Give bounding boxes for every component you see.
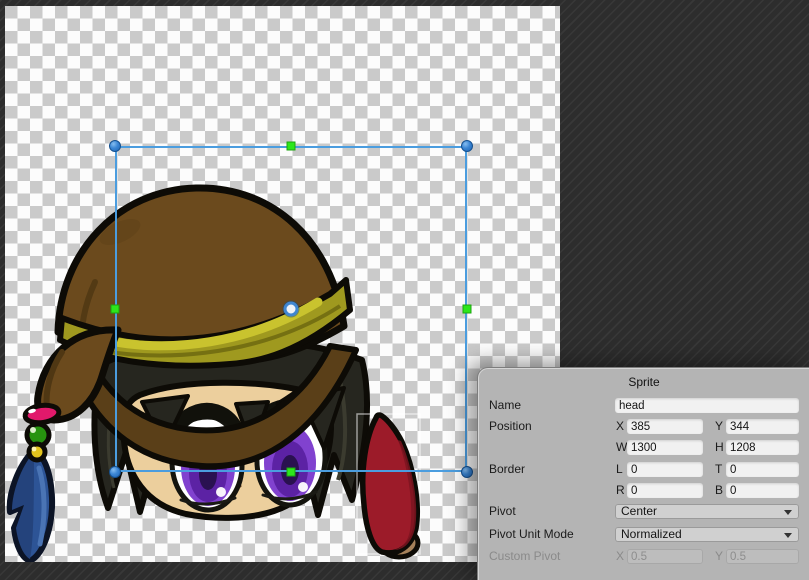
row-name: Name <box>479 398 809 414</box>
position-w-input[interactable] <box>627 440 703 455</box>
pivot-dropdown[interactable]: Center <box>615 504 799 519</box>
border-t-prefix: T <box>715 462 722 477</box>
border-r-input[interactable] <box>627 483 703 498</box>
row-border-rb: R B <box>479 483 809 499</box>
selection-handle-top-right[interactable] <box>461 140 473 152</box>
sprite-panel: Sprite Name Position X Y W H Border L T … <box>478 368 809 580</box>
pivot-unit-mode-dropdown[interactable]: Normalized <box>615 527 799 542</box>
selection-handle-bottom-left[interactable] <box>109 466 121 478</box>
sprite-editor-window: Sprite Name Position X Y W H Border L T … <box>0 0 809 580</box>
position-x-input[interactable] <box>627 419 703 434</box>
pivot-unit-mode-label: Pivot Unit Mode <box>489 527 574 542</box>
row-position-xy: Position X Y <box>479 419 809 435</box>
position-h-prefix: H <box>715 440 724 455</box>
row-custom-pivot: Custom Pivot X Y <box>479 549 809 565</box>
dropdown-arrow-icon <box>784 510 792 515</box>
selection-handle-top[interactable] <box>287 142 296 151</box>
border-l-input[interactable] <box>627 462 703 477</box>
border-b-input[interactable] <box>726 483 799 498</box>
custom-pivot-y-input <box>726 549 799 564</box>
pivot-unit-mode-dropdown-value: Normalized <box>621 527 682 542</box>
row-pivot: Pivot Center <box>479 504 809 520</box>
custom-pivot-x-prefix: X <box>616 549 624 564</box>
selection-handle-bottom[interactable] <box>287 468 296 477</box>
name-label: Name <box>489 398 521 413</box>
position-y-input[interactable] <box>726 419 799 434</box>
pivot-label: Pivot <box>489 504 516 519</box>
pivot-handle[interactable] <box>284 302 299 317</box>
border-l-prefix: L <box>616 462 623 477</box>
position-y-prefix: Y <box>715 419 723 434</box>
feather <box>10 450 52 561</box>
selection-handle-left[interactable] <box>111 305 120 314</box>
position-w-prefix: W <box>616 440 627 455</box>
selection-handle-right[interactable] <box>463 305 472 314</box>
selection-handle-bottom-right[interactable] <box>461 466 473 478</box>
panel-title: Sprite <box>479 375 809 389</box>
row-border-lt: Border L T <box>479 462 809 478</box>
border-r-prefix: R <box>616 483 625 498</box>
yellow-bead <box>29 444 45 460</box>
border-label: Border <box>489 462 525 477</box>
custom-pivot-y-prefix: Y <box>715 549 723 564</box>
selection-handle-top-left[interactable] <box>109 140 121 152</box>
beads <box>24 403 60 460</box>
pivot-dropdown-value: Center <box>621 504 657 519</box>
border-b-prefix: B <box>715 483 723 498</box>
custom-pivot-label: Custom Pivot <box>489 549 560 564</box>
custom-pivot-x-input <box>627 549 703 564</box>
row-pivot-unit-mode: Pivot Unit Mode Normalized <box>479 527 809 543</box>
position-h-input[interactable] <box>726 440 799 455</box>
row-position-wh: W H <box>479 440 809 456</box>
position-x-prefix: X <box>616 419 624 434</box>
border-t-input[interactable] <box>726 462 799 477</box>
texture-canvas[interactable] <box>5 6 560 562</box>
name-input[interactable] <box>615 398 799 413</box>
position-label: Position <box>489 419 532 434</box>
dropdown-arrow-icon <box>784 533 792 538</box>
